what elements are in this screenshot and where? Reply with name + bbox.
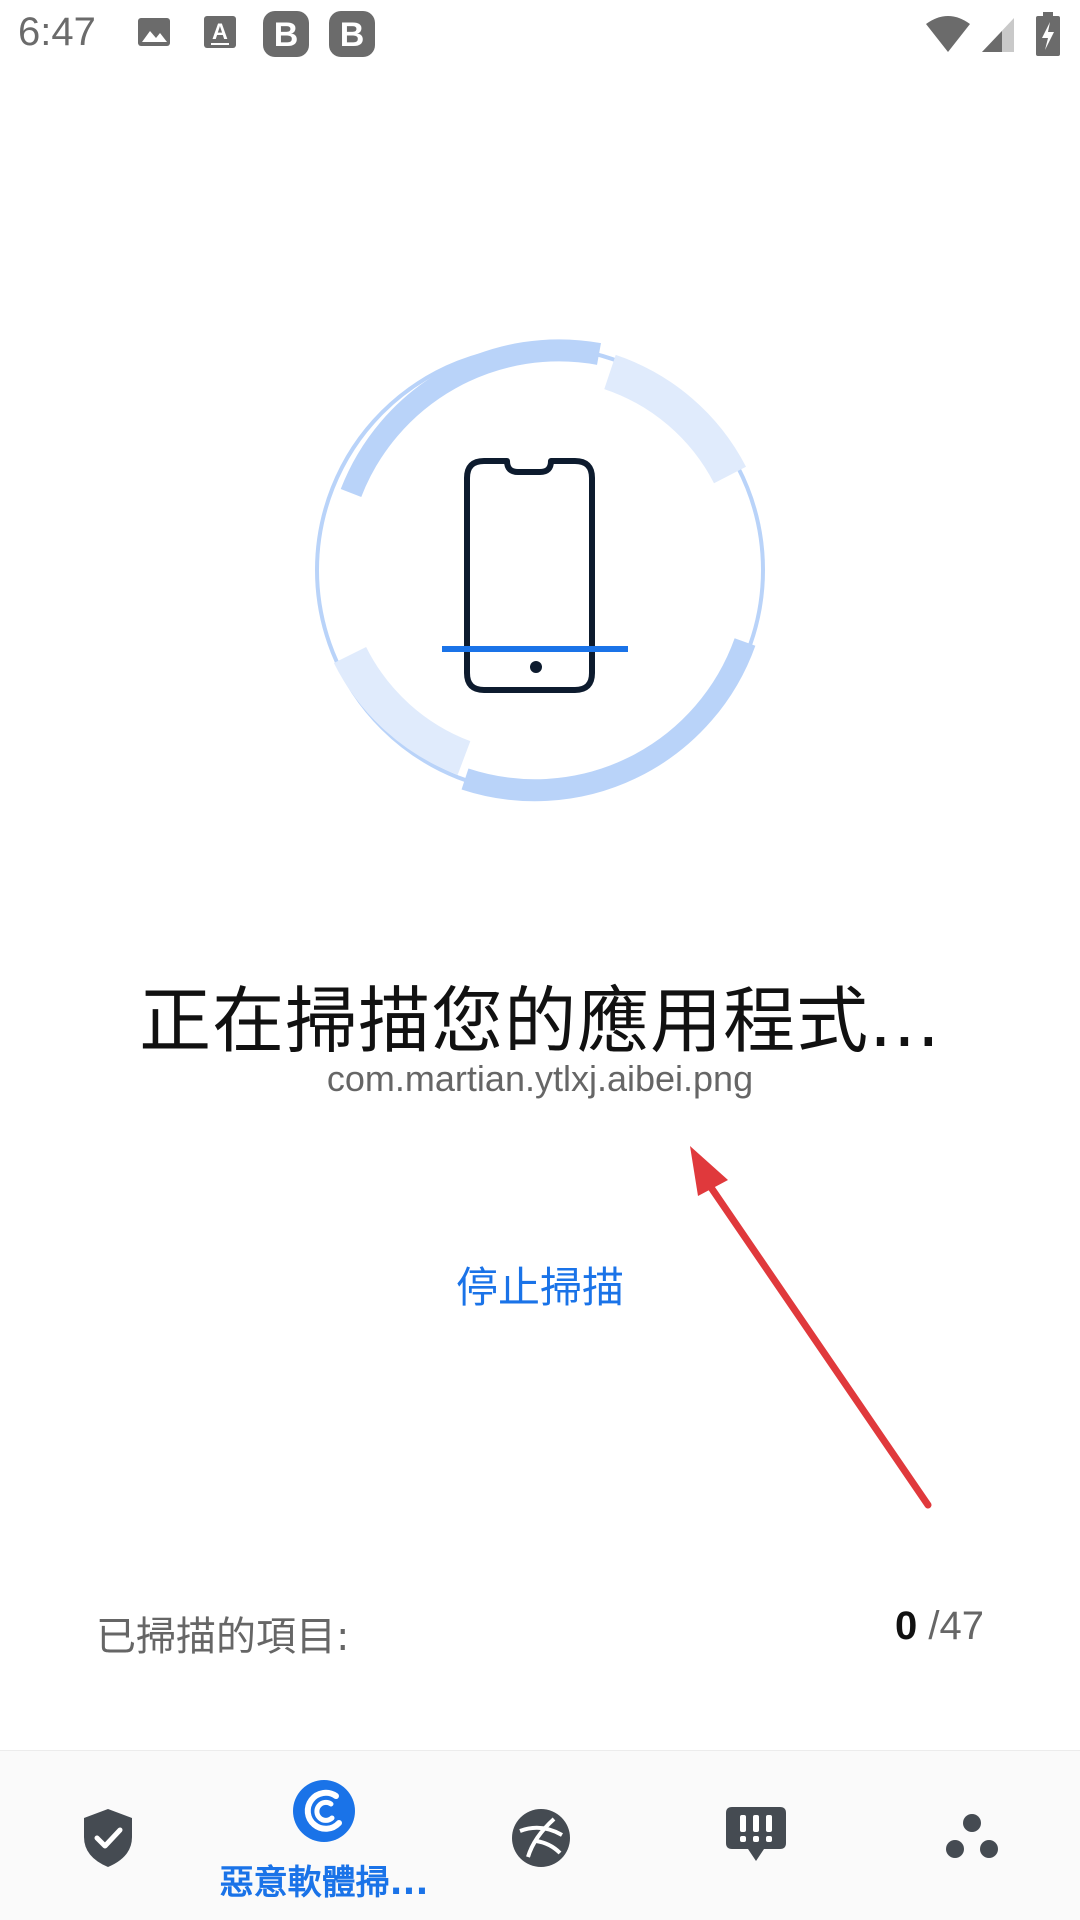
scanned-count: 0 [895, 1604, 918, 1648]
phone-icon [464, 458, 595, 693]
scan-animation [300, 320, 780, 820]
malware-scan-screen: 6:47 A B B 正在掃描您的應用程式... com.martian.ytl… [0, 0, 1080, 1920]
b-app-icon: B [328, 10, 376, 62]
svg-text:B: B [340, 16, 365, 54]
nav-item-malware-scan[interactable]: 惡意軟體掃... [216, 1751, 432, 1920]
scanned-items-label: 已掃描的項目: [96, 1614, 350, 1660]
battery-charging-icon [1036, 12, 1060, 60]
more-dots-icon [946, 1814, 998, 1858]
malware-scan-icon [293, 1780, 355, 1842]
nav-item-web-protection[interactable] [432, 1751, 648, 1920]
message-alert-icon [726, 1807, 786, 1861]
web-protection-icon [512, 1809, 570, 1867]
b-app-icon: B [262, 10, 310, 62]
stop-scan-button[interactable]: 停止掃描 [0, 1254, 1080, 1315]
current-scan-item: com.martian.ytlxj.aibei.png [326, 1058, 754, 1099]
wifi-icon [924, 14, 972, 58]
status-time: 6:47 [18, 10, 96, 54]
nav-label-malware-scan: 惡意軟體掃... [219, 1863, 429, 1903]
bottom-navigation: 惡意軟體掃... [0, 1750, 1080, 1920]
shield-check-icon [84, 1809, 132, 1867]
status-bar: 6:47 A B B [0, 0, 1080, 74]
scan-title: 正在掃描您的應用程式... [139, 979, 941, 1063]
image-icon [136, 14, 172, 54]
nav-item-protection[interactable] [0, 1751, 216, 1920]
nav-item-messages[interactable] [648, 1751, 864, 1920]
nav-item-more[interactable] [864, 1751, 1080, 1920]
total-count: /47 [928, 1604, 984, 1648]
svg-text:B: B [274, 16, 299, 54]
scanned-items-count: 0 /47 [895, 1604, 984, 1649]
signal-icon [980, 16, 1016, 58]
scan-line [442, 646, 628, 652]
a-notification-icon: A [202, 14, 238, 56]
annotation-arrow-icon [670, 1130, 950, 1530]
svg-text:A: A [212, 19, 228, 44]
